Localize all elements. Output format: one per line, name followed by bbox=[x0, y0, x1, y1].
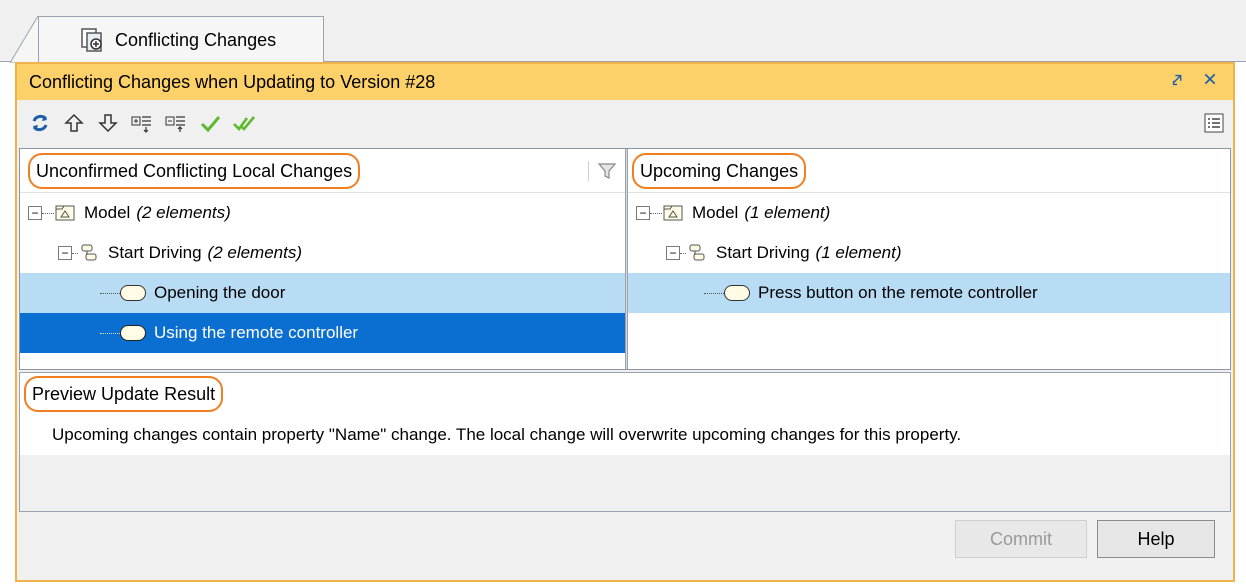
collapse-all-icon[interactable] bbox=[165, 112, 187, 134]
upcoming-changes-title: Upcoming Changes bbox=[632, 152, 807, 189]
tab-strip: Conflicting Changes bbox=[0, 0, 1246, 63]
tree-count: (1 element) bbox=[744, 203, 831, 222]
tree-label: Start Driving bbox=[716, 243, 810, 262]
collapse-toggle-icon[interactable]: − bbox=[666, 246, 680, 260]
restore-icon[interactable] bbox=[1169, 72, 1187, 90]
tree-row-model[interactable]: − Model (2 elements) bbox=[20, 193, 625, 233]
local-changes-header: Unconfirmed Conflicting Local Changes bbox=[20, 149, 625, 193]
tab-label: Conflicting Changes bbox=[115, 29, 277, 50]
toolbar bbox=[17, 100, 1233, 146]
activity-icon bbox=[689, 244, 705, 261]
tree-row-start-driving[interactable]: − Start Driving (1 element) bbox=[628, 233, 1230, 273]
upcoming-changes-header: Upcoming Changes bbox=[628, 149, 1230, 193]
action-icon bbox=[120, 285, 146, 301]
model-icon bbox=[663, 205, 683, 221]
tree-row-using-the-remote-controller[interactable]: Using the remote controller bbox=[20, 313, 625, 353]
preview-body: Upcoming changes contain property "Name"… bbox=[20, 415, 1230, 455]
preview-message: Upcoming changes contain property "Name"… bbox=[52, 425, 962, 444]
close-icon[interactable] bbox=[1201, 72, 1219, 90]
tree-count: (2 elements) bbox=[207, 243, 303, 262]
tree-label: Using the remote controller bbox=[154, 323, 359, 342]
commit-button[interactable]: Commit bbox=[955, 520, 1087, 558]
conflict-icon bbox=[81, 28, 102, 52]
tree-row-model[interactable]: − Model (1 element) bbox=[628, 193, 1230, 233]
down-arrow-icon[interactable] bbox=[97, 112, 119, 134]
tree-label: Opening the door bbox=[154, 283, 286, 302]
tree-count: (1 element) bbox=[815, 243, 902, 262]
collapse-toggle-icon[interactable]: − bbox=[28, 206, 42, 220]
collapse-toggle-icon[interactable]: − bbox=[58, 246, 72, 260]
preview-title: Preview Update Result bbox=[24, 376, 224, 412]
options-icon[interactable] bbox=[1203, 112, 1225, 134]
tree-row-opening-the-door[interactable]: Opening the door bbox=[20, 273, 625, 313]
conflicting-changes-panel: Conflicting Changes when Updating to Ver… bbox=[15, 62, 1235, 582]
local-changes-pane: Unconfirmed Conflicting Local Changes − … bbox=[20, 149, 625, 369]
tree-label: Start Driving bbox=[108, 243, 202, 262]
model-icon bbox=[55, 205, 75, 221]
tree-label: Press button on the remote controller bbox=[758, 283, 1038, 302]
help-button[interactable]: Help bbox=[1097, 520, 1215, 558]
expand-all-icon[interactable] bbox=[131, 112, 153, 134]
tree-row-press-button[interactable]: Press button on the remote controller bbox=[628, 273, 1230, 313]
filter-icon[interactable] bbox=[588, 161, 617, 181]
refresh-icon[interactable] bbox=[29, 112, 51, 134]
confirm-all-icon[interactable] bbox=[233, 112, 255, 134]
activity-icon bbox=[81, 244, 97, 261]
preview-update-result-section: Preview Update Result Upcoming changes c… bbox=[19, 372, 1231, 512]
confirm-icon[interactable] bbox=[199, 112, 221, 134]
tree-label: Model bbox=[84, 203, 131, 222]
tree-label: Model bbox=[692, 203, 739, 222]
action-icon bbox=[724, 285, 750, 301]
upcoming-changes-pane: Upcoming Changes − Model (1 element) − S… bbox=[628, 149, 1230, 369]
collapse-toggle-icon[interactable]: − bbox=[636, 206, 650, 220]
tab-conflicting-changes[interactable]: Conflicting Changes bbox=[38, 16, 324, 63]
local-changes-title: Unconfirmed Conflicting Local Changes bbox=[28, 152, 361, 189]
panel-title: Conflicting Changes when Updating to Ver… bbox=[29, 71, 436, 92]
action-icon bbox=[120, 325, 146, 341]
changes-split-view: Unconfirmed Conflicting Local Changes − … bbox=[19, 148, 1231, 370]
up-arrow-icon[interactable] bbox=[63, 112, 85, 134]
tree-row-start-driving[interactable]: − Start Driving (2 elements) bbox=[20, 233, 625, 273]
panel-title-bar: Conflicting Changes when Updating to Ver… bbox=[17, 64, 1233, 100]
preview-header: Preview Update Result bbox=[20, 373, 1230, 415]
tree-count: (2 elements) bbox=[136, 203, 231, 222]
